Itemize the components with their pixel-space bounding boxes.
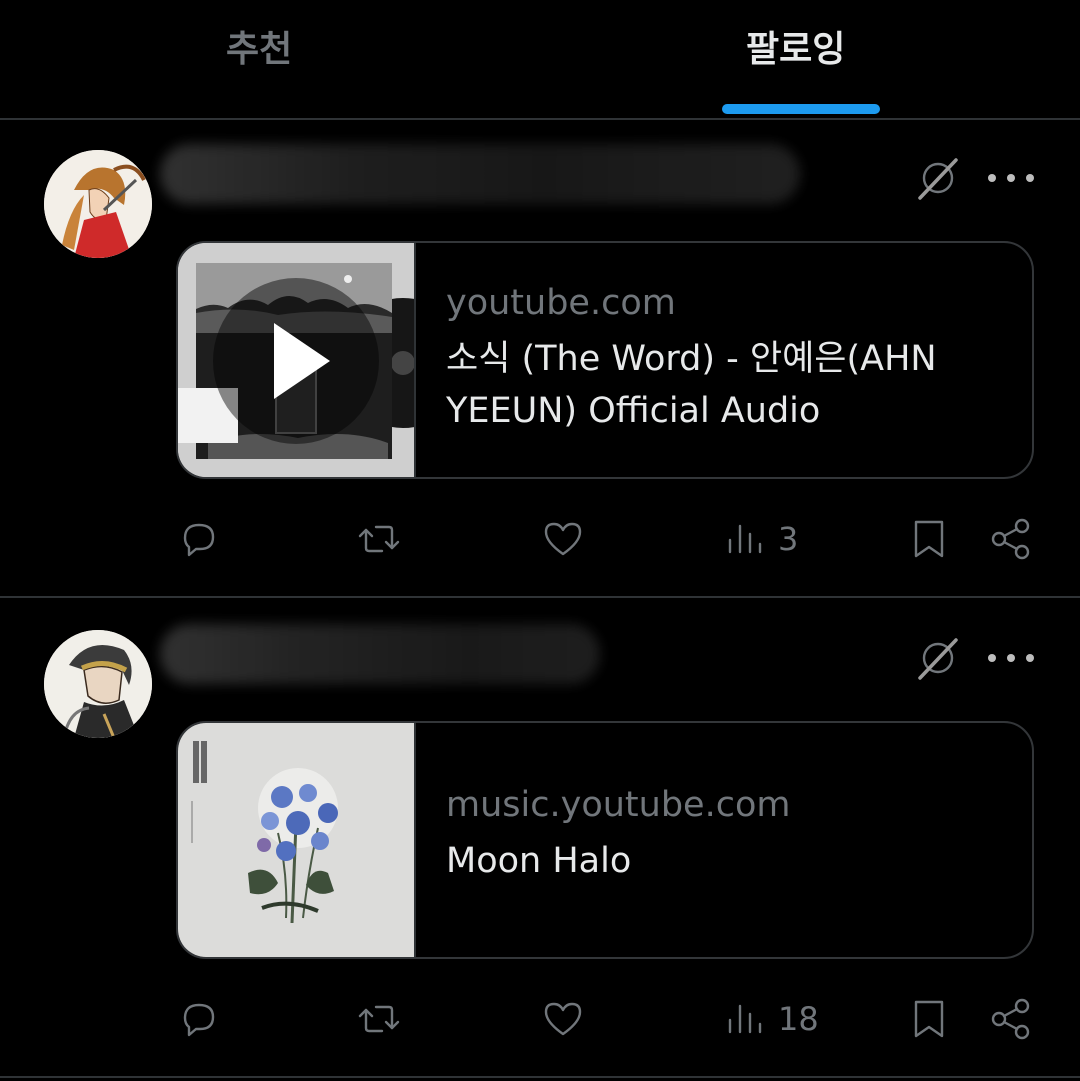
bookmark-icon	[914, 520, 944, 558]
like-button[interactable]	[540, 993, 586, 1045]
link-card[interactable]: music.youtube.com Moon Halo	[176, 721, 1034, 959]
album-art	[178, 723, 416, 957]
card-domain: music.youtube.com	[446, 785, 791, 825]
heart-icon	[544, 522, 582, 556]
tab-following[interactable]: 팔로잉	[746, 20, 845, 72]
retweet-icon	[358, 525, 400, 553]
like-button[interactable]	[540, 513, 586, 565]
video-thumbnail	[178, 243, 416, 477]
divider	[0, 1076, 1080, 1078]
retweet-button[interactable]	[356, 513, 402, 565]
views-button[interactable]: 18	[722, 993, 819, 1045]
more-options-icon[interactable]	[988, 640, 1034, 676]
bookmark-button[interactable]	[906, 513, 952, 565]
reply-icon	[183, 1003, 215, 1037]
post[interactable]: music.youtube.com Moon Halo 18	[0, 600, 1080, 1078]
card-domain: youtube.com	[446, 283, 676, 323]
card-title: Moon Halo	[446, 841, 632, 881]
bookmark-icon	[914, 1000, 944, 1038]
retweet-icon	[358, 1005, 400, 1033]
more-options-icon[interactable]	[988, 160, 1034, 196]
views-icon	[728, 524, 762, 554]
reply-button[interactable]	[176, 513, 222, 565]
views-button[interactable]: 3	[722, 513, 798, 565]
reply-icon	[183, 523, 215, 557]
avatar[interactable]	[44, 150, 152, 258]
bookmark-button[interactable]	[906, 993, 952, 1045]
action-bar: 18	[0, 993, 1080, 1045]
action-bar: 3	[0, 513, 1080, 565]
share-button[interactable]	[988, 513, 1034, 565]
share-button[interactable]	[988, 993, 1034, 1045]
user-name-redacted	[160, 144, 800, 204]
views-icon	[728, 1004, 762, 1034]
grok-icon[interactable]	[914, 634, 962, 682]
timeline-tabs: 추천 팔로잉	[0, 0, 1080, 120]
post[interactable]: youtube.com 소식 (The Word) - 안예은(AHN YEEU…	[0, 120, 1080, 598]
grok-icon[interactable]	[914, 154, 962, 202]
user-name-redacted	[160, 624, 600, 684]
share-icon	[991, 518, 1030, 560]
active-tab-indicator	[722, 104, 880, 114]
avatar[interactable]	[44, 630, 152, 738]
divider	[0, 596, 1080, 598]
card-title: 소식 (The Word) - 안예은(AHN YEEUN) Official …	[446, 339, 937, 431]
tab-for-you[interactable]: 추천	[226, 20, 292, 72]
retweet-button[interactable]	[356, 993, 402, 1045]
share-icon	[991, 998, 1030, 1040]
view-count: 3	[778, 520, 799, 558]
reply-button[interactable]	[176, 993, 222, 1045]
heart-icon	[544, 1002, 582, 1036]
view-count: 18	[778, 1000, 819, 1038]
link-card[interactable]: youtube.com 소식 (The Word) - 안예은(AHN YEEU…	[176, 241, 1034, 479]
